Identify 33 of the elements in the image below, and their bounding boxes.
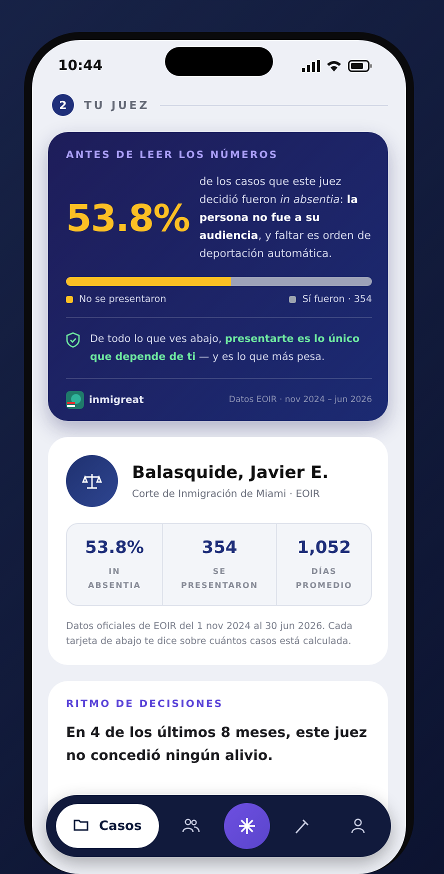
legend-label: No se presentaron: [79, 294, 166, 305]
stat-label: SE PRESENTARON: [180, 566, 260, 592]
brand-name: inmigreat: [89, 394, 144, 406]
wifi-icon: [326, 60, 342, 72]
big-percentage: 53.8%: [66, 196, 190, 240]
status-time: 10:44: [58, 58, 103, 74]
legend-label: Sí fueron · 354: [302, 294, 372, 305]
battery-icon: [348, 60, 372, 72]
nav-tab[interactable]: Casos: [56, 804, 159, 848]
headline-text: En 4 de los últimos 8 meses, este juez no concedió ningún alivio.: [66, 724, 368, 766]
card-eyebrow: RITMO DE DECISIONES: [66, 699, 224, 710]
section-title: TU JUEZ: [84, 98, 150, 112]
scales-icon: [82, 472, 102, 490]
card-eyebrow: ANTES DE LEER LOS NÚMEROS: [66, 150, 280, 161]
stat-label: DÍAS PROMEDIO: [294, 566, 354, 592]
shield-check-icon: [66, 332, 80, 348]
stat-label: IN ABSENTIA: [87, 566, 142, 592]
court-name: Corte de Inmigración de Miami · EOIR: [132, 488, 321, 500]
sparkle-icon: [238, 817, 256, 835]
step-number-badge: 2: [52, 94, 74, 116]
stat-value: 53.8%: [84, 538, 145, 558]
footnote-text: Datos oficiales de EOIR del 1 nov 2024 al 30 jun 2026. Cada tarjeta de abajo te dice sobre cuántos casos está calculada.: [66, 620, 354, 649]
judge-name: Balasquide, Javier E.: [132, 462, 329, 482]
signal-icon: [302, 60, 320, 72]
stat-value: 1,052: [296, 538, 352, 558]
data-source-text: Datos EOIR · nov 2024 – jun 2026: [228, 395, 372, 405]
center-action-button[interactable]: [224, 803, 270, 849]
note-text: De todo lo que ves abajo, presentarte es lo único que depende de ti — y es lo que más pesa.: [90, 332, 361, 365]
person-icon: [348, 817, 367, 835]
stat-value: 354: [200, 538, 238, 558]
people-icon: [182, 817, 200, 835]
brand-logo-icon: [66, 391, 84, 409]
explanation-text: de los casos que este juez decidió fueron in absentia: la persona no fue a su audiencia, y faltar es orden de deportación automática.: [199, 174, 372, 262]
